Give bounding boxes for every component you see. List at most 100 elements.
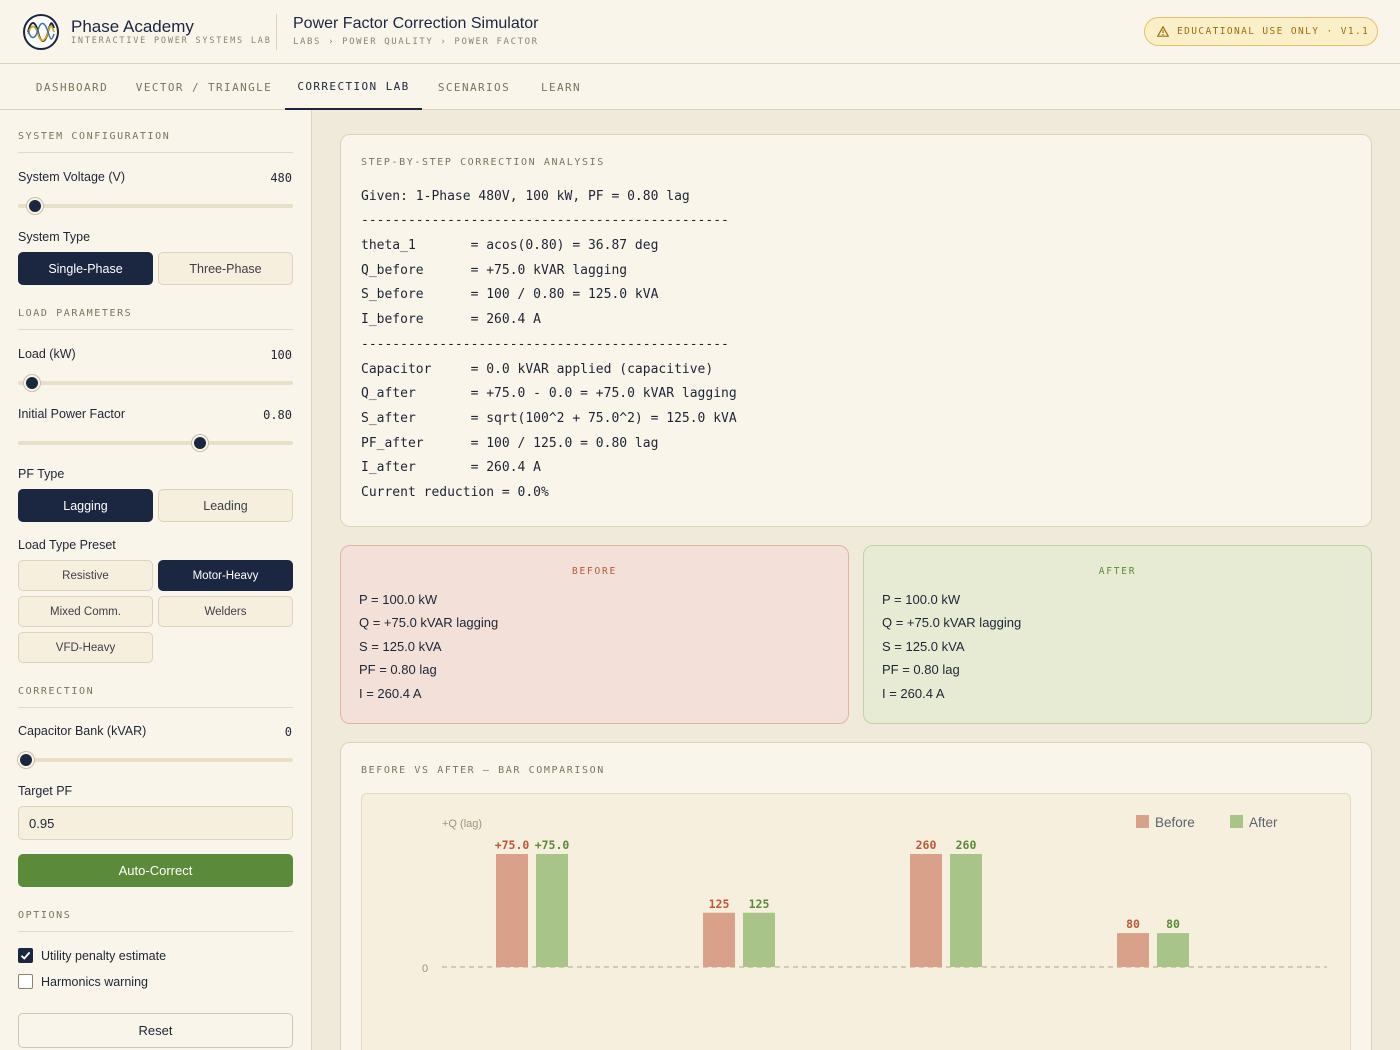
initial-pf-label: Initial Power Factor	[18, 407, 125, 421]
tab-correction-lab[interactable]: CORRECTION LAB	[285, 64, 422, 110]
main-nav: DASHBOARD VECTOR / TRIANGLE CORRECTION L…	[0, 64, 1400, 110]
calc-line: Q_after = +75.0 - 0.0 = +75.0 kVAR laggi…	[361, 386, 737, 401]
before-summary-card: BEFORE P = 100.0 kW Q = +75.0 kVAR laggi…	[340, 545, 849, 724]
load-value: 100	[270, 348, 292, 362]
preset-welders-button[interactable]: Welders	[158, 596, 293, 627]
capacitor-slider[interactable]	[18, 752, 293, 768]
three-phase-button[interactable]: Three-Phase	[158, 252, 293, 285]
load-slider-thumb[interactable]	[23, 375, 40, 391]
bar-before	[703, 912, 735, 967]
app-header: Phase Academy INTERACTIVE POWER SYSTEMS …	[0, 0, 1400, 64]
system-type-label: System Type	[18, 230, 91, 244]
after-title: AFTER	[1098, 566, 1137, 577]
comparison-chart-svg: +Q (lag) 0 +75.0 125 260 80 +75.0 125 260 80 Befor…	[422, 815, 1327, 975]
legend-swatch-after	[1230, 815, 1243, 828]
bar-value-label: 125	[749, 897, 770, 911]
bar-value-label: 260	[916, 838, 937, 852]
legend-swatch-before	[1136, 815, 1149, 828]
calc-line: I_after = 260.4 A	[361, 460, 542, 475]
after-line: S = 125.0 kVA	[882, 639, 965, 654]
control-sidebar: SYSTEM CONFIGURATION System Voltage (V) …	[0, 110, 312, 1050]
bar-value-label: 260	[956, 838, 977, 852]
reset-button[interactable]: Reset	[18, 1013, 293, 1048]
calc-line: Capacitor = 0.0 kVAR applied (capacitive…	[361, 362, 714, 377]
badge-label: EDUCATIONAL USE ONLY · V1.1	[1177, 26, 1370, 37]
calc-line: Current reduction = 0.0%	[361, 485, 549, 500]
section-title-options: OPTIONS	[18, 910, 293, 932]
educational-badge: EDUCATIONAL USE ONLY · V1.1	[1144, 17, 1378, 46]
checkbox-empty-icon[interactable]	[18, 974, 33, 989]
option-harmonics-warning[interactable]: Harmonics warning	[18, 974, 148, 989]
page-title: Power Factor Correction Simulator	[293, 15, 539, 32]
zero-tick-label: 0	[422, 963, 428, 975]
after-line: Q = +75.0 kVAR lagging	[882, 615, 1022, 630]
initial-pf-value: 0.80	[263, 408, 292, 422]
checkbox-checked-icon[interactable]	[18, 948, 33, 963]
preset-resistive-button[interactable]: Resistive	[18, 560, 153, 591]
auto-correct-button[interactable]: Auto-Correct	[18, 854, 293, 887]
section-title-system-config: SYSTEM CONFIGURATION	[18, 131, 293, 153]
y-axis-label: +Q (lag)	[442, 818, 482, 830]
section-title-correction: CORRECTION	[18, 686, 293, 708]
tab-scenarios[interactable]: SCENARIOS	[422, 64, 526, 110]
lagging-button[interactable]: Lagging	[18, 489, 153, 522]
initial-pf-slider-thumb[interactable]	[191, 435, 208, 451]
before-line: P = 100.0 kW	[359, 592, 438, 607]
preset-motor-heavy-button[interactable]: Motor-Heavy	[158, 560, 293, 591]
load-slider[interactable]	[18, 375, 293, 391]
option-label: Utility penalty estimate	[41, 948, 167, 963]
initial-pf-slider[interactable]	[18, 435, 293, 451]
single-phase-button[interactable]: Single-Phase	[18, 252, 153, 285]
after-line: PF = 0.80 lag	[882, 662, 960, 677]
capacitor-slider-thumb[interactable]	[18, 752, 35, 768]
phase-academy-logo-icon	[23, 14, 59, 50]
option-label: Harmonics warning	[41, 974, 148, 989]
voltage-value: 480	[270, 171, 292, 185]
bar-before	[1117, 933, 1149, 967]
leading-button[interactable]: Leading	[158, 489, 293, 522]
bar-value-label: 125	[709, 897, 730, 911]
calc-line: S_after = sqrt(100^2 + 75.0^2) = 125.0 k…	[361, 411, 737, 426]
calc-line: PF_after = 100 / 125.0 = 0.80 lag	[361, 436, 659, 451]
brand-subtitle: INTERACTIVE POWER SYSTEMS LAB	[71, 36, 272, 46]
preset-label: Load Type Preset	[18, 538, 116, 552]
bar-value-label: 80	[1166, 917, 1180, 931]
calc-line: I_before = 260.4 A	[361, 312, 542, 327]
bar-value-label: 80	[1126, 917, 1140, 931]
after-line: I = 260.4 A	[882, 686, 945, 701]
load-label: Load (kW)	[18, 347, 76, 361]
pf-type-label: PF Type	[18, 467, 65, 481]
before-title: BEFORE	[571, 566, 618, 577]
before-line: S = 125.0 kVA	[359, 639, 442, 654]
preset-mixed-comm-button[interactable]: Mixed Comm.	[18, 596, 153, 627]
legend-label-before: Before	[1155, 815, 1195, 830]
preset-vfd-heavy-button[interactable]: VFD-Heavy	[18, 632, 153, 663]
brand-name: Phase Academy	[71, 17, 194, 36]
comparison-title: BEFORE VS AFTER — BAR COMPARISON	[361, 765, 605, 776]
voltage-slider[interactable]	[18, 198, 293, 214]
header-divider	[276, 14, 277, 50]
calc-line: Q_before = +75.0 kVAR lagging	[361, 263, 628, 278]
tab-vector-triangle[interactable]: VECTOR / TRIANGLE	[124, 64, 284, 110]
bar-after	[536, 854, 568, 967]
before-line: PF = 0.80 lag	[359, 662, 437, 677]
before-line: Q = +75.0 kVAR lagging	[359, 615, 499, 630]
tab-dashboard[interactable]: DASHBOARD	[20, 64, 124, 110]
bar-value-label: +75.0	[535, 838, 570, 852]
option-utility-penalty[interactable]: Utility penalty estimate	[18, 948, 166, 963]
tab-learn[interactable]: LEARN	[526, 64, 596, 110]
calc-line: Given: 1-Phase 480V, 100 kW, PF = 0.80 l…	[361, 189, 690, 204]
bar-before	[910, 854, 942, 967]
bar-before	[496, 854, 528, 967]
voltage-slider-thumb[interactable]	[26, 198, 43, 214]
calc-divider: ----------------------------------------…	[361, 337, 729, 352]
capacitor-label: Capacitor Bank (kVAR)	[18, 724, 147, 738]
warning-icon	[1157, 26, 1169, 37]
target-pf-input[interactable]: 0.95	[18, 806, 293, 840]
after-summary-card: AFTER P = 100.0 kW Q = +75.0 kVAR laggin…	[863, 545, 1372, 724]
target-pf-label: Target PF	[18, 784, 73, 798]
analysis-card: STEP-BY-STEP CORRECTION ANALYSIS Given: …	[340, 134, 1372, 527]
section-title-load: LOAD PARAMETERS	[18, 308, 293, 330]
capacitor-value: 0	[284, 725, 292, 739]
bar-after	[950, 854, 982, 967]
